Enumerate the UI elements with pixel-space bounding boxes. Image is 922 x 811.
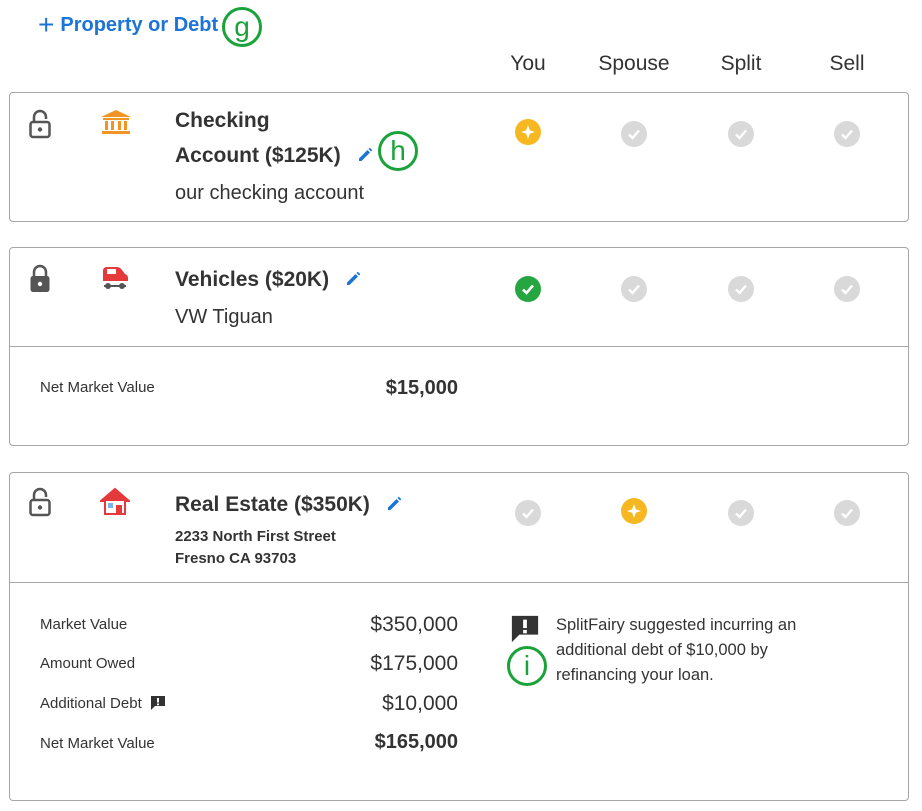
asset-title-line2: Account ($125K): [175, 138, 373, 174]
asset-card-checking: Checking Account ($125K) our checking ac…: [9, 92, 909, 222]
column-header-split: Split: [720, 52, 762, 75]
asset-description: our checking account: [175, 182, 365, 204]
asset-card-real-estate: Real Estate ($350K) 2233 North First Str…: [9, 472, 909, 801]
add-link-label: Property or Debt: [60, 13, 219, 36]
car-icon: [100, 262, 130, 295]
choice-split-check[interactable]: [728, 500, 754, 526]
column-header-sell: Sell: [829, 52, 865, 75]
asset-title-text: Vehicles ($20K): [175, 268, 330, 291]
lock-closed-icon[interactable]: [28, 264, 52, 299]
asset-card-vehicles: Vehicles ($20K) VW Tiguan Net Market Val…: [9, 247, 909, 446]
choice-spouse-check[interactable]: [621, 276, 647, 302]
edit-pencil-icon[interactable]: [357, 139, 373, 174]
annotation-marker-g: g: [222, 7, 262, 47]
detail-label-additional-debt: Additional Debt: [40, 695, 166, 715]
column-header-you: You: [510, 52, 546, 75]
asset-title: Real Estate ($350K): [175, 487, 402, 523]
comment-alert-icon[interactable]: [150, 695, 166, 715]
address-line1: 2233 North First Street: [175, 528, 336, 545]
asset-title-text: Real Estate ($350K): [175, 493, 370, 516]
choice-split-check[interactable]: [728, 121, 754, 147]
additional-debt-label-text: Additional Debt: [40, 695, 142, 712]
annotation-marker-i: i: [507, 646, 547, 686]
detail-label-amount-owed: Amount Owed: [40, 655, 136, 672]
choice-split-check[interactable]: [728, 276, 754, 302]
choice-sell-check[interactable]: [834, 500, 860, 526]
asset-title-line1: Checking: [175, 109, 270, 132]
detail-value-additional-debt: $10,000: [382, 692, 458, 715]
asset-title: Vehicles ($20K): [175, 262, 361, 298]
detail-label-market-value: Market Value: [40, 616, 128, 633]
asset-title-line2-text: Account ($125K): [175, 144, 341, 167]
choice-sell-check[interactable]: [834, 121, 860, 147]
choice-you-fairy-selected[interactable]: [515, 119, 541, 145]
comment-alert-icon: [510, 614, 540, 649]
detail-label-net-market-value: Net Market Value: [40, 735, 155, 752]
detail-value-amount-owed: $175,000: [370, 652, 458, 675]
edit-pencil-icon[interactable]: [386, 488, 402, 523]
choice-spouse-fairy-selected[interactable]: [621, 498, 647, 524]
choice-sell-check[interactable]: [834, 276, 860, 302]
choice-you-check[interactable]: [515, 500, 541, 526]
detail-value-net-market-value: $15,000: [385, 377, 458, 399]
asset-description: VW Tiguan: [175, 306, 273, 328]
house-icon: [98, 487, 132, 520]
lock-open-icon[interactable]: [28, 109, 52, 144]
add-property-or-debt-link[interactable]: + Property or Debt: [38, 9, 219, 40]
column-header-spouse: Spouse: [598, 52, 670, 75]
address-line2: Fresno CA 93703: [175, 550, 297, 567]
plus-icon: +: [38, 9, 55, 40]
choice-spouse-check[interactable]: [621, 121, 647, 147]
choice-you-check-selected[interactable]: [515, 276, 541, 302]
detail-value-market-value: $350,000: [370, 613, 458, 636]
bank-icon: [100, 109, 132, 140]
edit-pencil-icon[interactable]: [345, 263, 361, 298]
annotation-marker-h: h: [378, 131, 418, 171]
detail-label-net-market-value: Net Market Value: [40, 379, 155, 396]
detail-value-net-market-value: $165,000: [374, 731, 458, 753]
splitfairy-suggestion-note: SplitFairy suggested incurring an additi…: [556, 616, 797, 684]
lock-open-icon[interactable]: [28, 487, 52, 522]
